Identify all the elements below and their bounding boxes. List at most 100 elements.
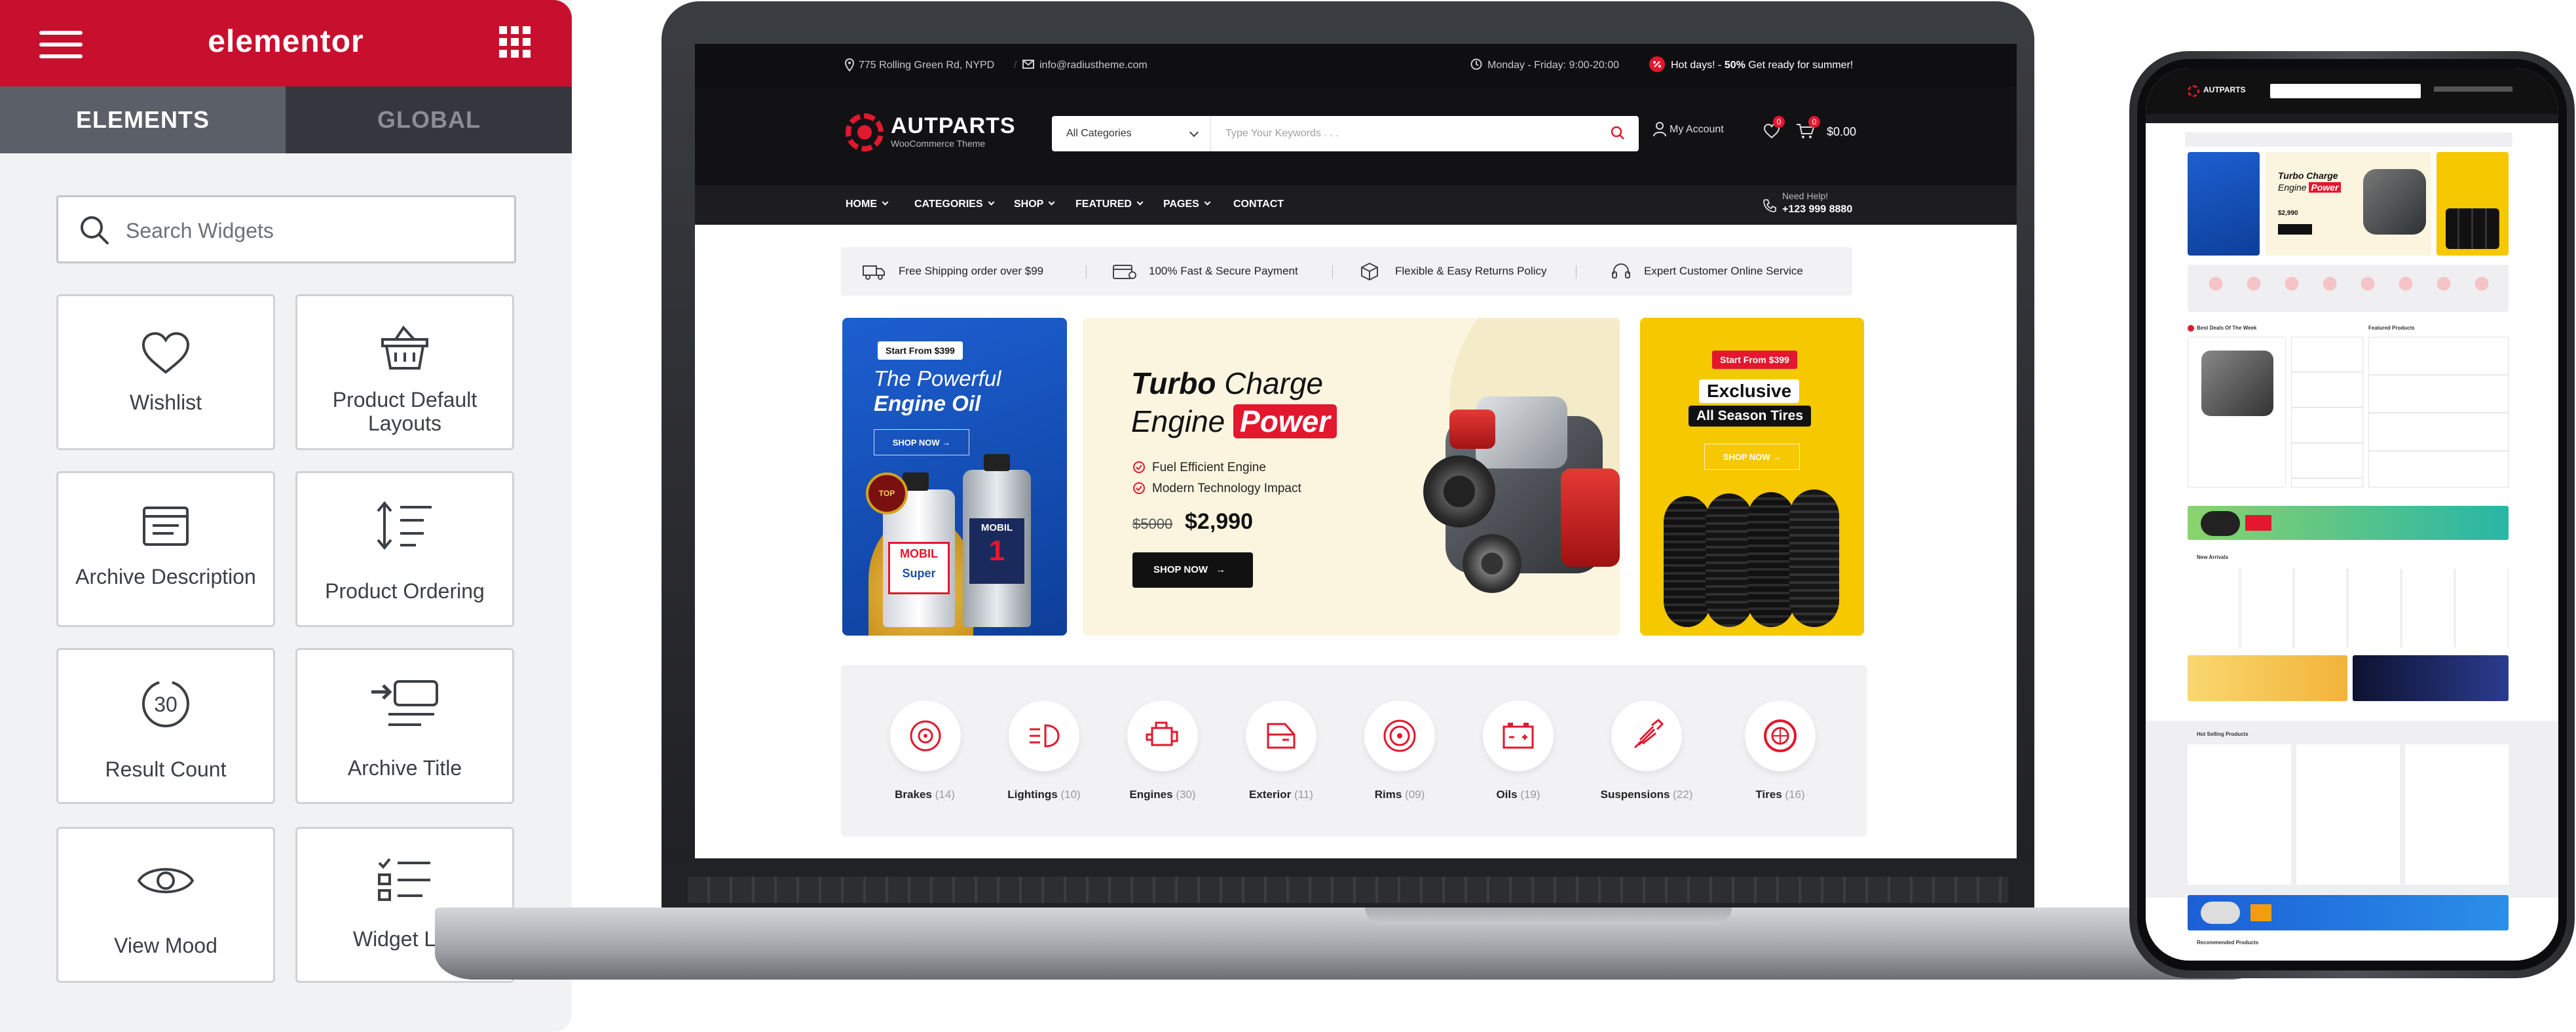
banner-engine-oil[interactable]: Start From $399 The Powerful Engine Oil …: [842, 318, 1067, 636]
shop-now-button[interactable]: SHOP NOW →: [1132, 552, 1253, 588]
search-icon[interactable]: [1610, 125, 1626, 141]
cart-count-badge: 0: [1808, 116, 1820, 128]
feature-free-shipping: Free Shipping order over $99: [899, 265, 1044, 277]
help-phone-number[interactable]: +123 999 8880: [1782, 204, 1852, 216]
phone-hot-grid: [2188, 744, 2509, 885]
category-label[interactable]: Rims (09): [1341, 788, 1459, 801]
phone-headlight-banner[interactable]: [2353, 655, 2509, 701]
top-seller-badge: TOP: [866, 472, 908, 514]
clock-icon: [1470, 58, 1482, 70]
phone-new-arrivals: [2188, 569, 2509, 647]
chevron-down-icon: [988, 199, 995, 206]
widget-product-ordering[interactable]: Product Ordering: [295, 471, 514, 627]
widget-product-default-layouts[interactable]: Product Default Layouts: [295, 294, 514, 450]
banner-season-tires[interactable]: Start From $399 Exclusive All Season Tir…: [1640, 318, 1864, 636]
chevron-down-icon: [1136, 199, 1144, 206]
category-suspensions[interactable]: [1611, 700, 1682, 771]
phone-blue-banner[interactable]: [2188, 895, 2509, 930]
widget-label: Archive Title: [347, 756, 462, 780]
list-checklist-icon: [378, 858, 430, 901]
engine-illustration: [1423, 383, 1620, 606]
widget-label: View Mood: [114, 934, 217, 957]
truck-icon: [863, 265, 885, 280]
nav-pages[interactable]: PAGES: [1163, 199, 1211, 210]
banner-turbo-charge[interactable]: Turbo Charge Engine Power Fuel Efficient…: [1083, 318, 1620, 636]
phone-promo-banner[interactable]: [2188, 506, 2509, 540]
site-logo[interactable]: AUTPARTS: [891, 113, 1016, 139]
phone-logo[interactable]: AUTPARTS: [2203, 85, 2245, 94]
category-oils[interactable]: [1483, 700, 1554, 771]
widget-wishlist[interactable]: Wishlist: [56, 294, 275, 450]
category-label[interactable]: Tires (16): [1721, 788, 1839, 801]
banner-old-price: $5000: [1132, 516, 1173, 532]
category-label[interactable]: Exterior (11): [1222, 788, 1340, 801]
tab-elements[interactable]: ELEMENTS: [0, 86, 286, 153]
banner-new-price: $2,990: [1185, 509, 1253, 534]
banner-title-1: The Powerful: [874, 366, 1001, 391]
widget-view-mood[interactable]: View Mood: [56, 827, 275, 983]
laptop-trackpad-notch: [1365, 908, 1732, 925]
banner-headline-2: Engine Power: [1131, 403, 1337, 440]
check-circle-icon: [1133, 461, 1145, 473]
secure-card-icon: [1113, 265, 1136, 279]
category-rims[interactable]: [1364, 700, 1435, 771]
feature-easy-returns: Flexible & Easy Returns Policy: [1395, 265, 1547, 277]
sort-order-icon: [377, 501, 432, 550]
category-label[interactable]: Engines (30): [1104, 788, 1222, 801]
headlight-icon: [1030, 724, 1060, 748]
widget-label: Product Ordering: [325, 579, 485, 603]
banner-title-2: Engine Oil: [874, 391, 981, 415]
laptop-screen: 775 Rolling Green Rd, NYPD / info@radius…: [695, 44, 2017, 858]
composite-mockup: elementor ELEMENTS GLOBAL Search Widgets…: [0, 0, 2576, 1032]
phone-deal-card[interactable]: [2188, 337, 2286, 487]
widget-label: Product Default Layouts: [332, 388, 477, 435]
shop-now-button[interactable]: SHOP NOW →: [874, 429, 969, 455]
elementor-logo-text: elementor: [208, 24, 364, 59]
wishlist-count-badge: 0: [1773, 116, 1785, 128]
shop-now-button[interactable]: SHOP NOW →: [1704, 444, 1800, 470]
nav-home[interactable]: HOME: [846, 199, 889, 210]
apps-grid-icon[interactable]: [499, 26, 531, 58]
topbar-address: 775 Rolling Green Rd, NYPD: [859, 60, 995, 71]
widget-result-count[interactable]: 30 Result Count: [56, 648, 275, 804]
tires-stack-illustration: [1664, 489, 1840, 627]
suspension-spring-icon: [1633, 718, 1664, 749]
banner-headline-1: Turbo Charge: [1131, 366, 1324, 400]
widget-archive-description[interactable]: Archive Description: [56, 471, 275, 627]
category-select[interactable]: All Categories: [1052, 116, 1211, 151]
check-circle-icon: [1133, 482, 1145, 494]
topbar-email[interactable]: info@radiustheme.com: [1039, 60, 1148, 71]
phone-banner-oil[interactable]: [2188, 152, 2260, 256]
search-widgets-input[interactable]: Search Widgets: [56, 195, 516, 263]
nav-shop[interactable]: SHOP: [1014, 199, 1055, 210]
phone-new-arrivals-title: New Arrivals: [2197, 554, 2229, 560]
category-brakes[interactable]: [890, 700, 961, 771]
category-label[interactable]: Oils (19): [1459, 788, 1577, 801]
nav-categories[interactable]: CATEGORIES: [914, 199, 995, 210]
phone-section-title: Best Deals Of The Week: [2197, 325, 2257, 331]
category-label[interactable]: Suspensions (22): [1588, 788, 1706, 801]
elementor-panel: elementor ELEMENTS GLOBAL Search Widgets…: [0, 0, 572, 1032]
category-lightings[interactable]: [1009, 700, 1079, 771]
widget-label: Result Count: [105, 757, 227, 781]
mail-icon: [1022, 60, 1034, 69]
oil-bottle-2: MOBIL 1: [963, 454, 1031, 627]
category-exterior[interactable]: [1246, 700, 1316, 771]
phone-search-bar[interactable]: [2270, 84, 2421, 98]
nav-featured[interactable]: FEATURED: [1075, 199, 1144, 210]
user-icon[interactable]: [1652, 121, 1667, 137]
category-engines[interactable]: [1127, 700, 1198, 771]
phone-banner-turbo[interactable]: Turbo Charge Engine Power $2,990: [2265, 152, 2431, 256]
nav-contact[interactable]: CONTACT: [1233, 199, 1284, 210]
category-label[interactable]: Lightings (10): [985, 788, 1103, 801]
phone-mobil-banner[interactable]: [2188, 655, 2347, 701]
my-account-link[interactable]: My Account: [1670, 124, 1724, 136]
basket-icon: [381, 325, 428, 370]
site-search-input[interactable]: Type Your Keywords . . .: [1211, 116, 1639, 151]
phone-site-header: AUTPARTS: [2146, 68, 2558, 114]
category-tires[interactable]: [1745, 700, 1816, 771]
widget-archive-title[interactable]: Archive Title: [295, 648, 514, 804]
tab-global[interactable]: GLOBAL: [286, 86, 572, 153]
category-label[interactable]: Brakes (14): [866, 788, 984, 801]
phone-banner-tires[interactable]: [2436, 152, 2509, 256]
